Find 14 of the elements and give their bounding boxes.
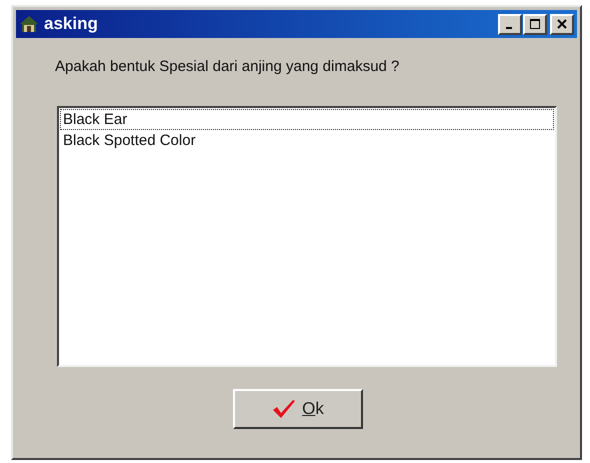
window-title: asking [44, 14, 99, 34]
maximize-icon [530, 19, 540, 29]
maximize-button[interactable] [523, 14, 547, 34]
close-button[interactable] [550, 14, 574, 34]
question-text: Apakah bentuk Spesial dari anjing yang dimaksud ? [55, 58, 400, 75]
list-item[interactable]: Black Ear [60, 109, 554, 130]
list-item[interactable]: Black Spotted Color [60, 130, 554, 151]
ok-button[interactable]: Ok [233, 389, 363, 429]
close-icon [557, 19, 567, 29]
minimize-icon [506, 27, 512, 29]
checkmark-icon [272, 399, 296, 419]
minimize-button[interactable] [498, 14, 522, 34]
options-list[interactable]: Black Ear Black Spotted Color [57, 106, 557, 367]
house-icon [19, 14, 39, 34]
